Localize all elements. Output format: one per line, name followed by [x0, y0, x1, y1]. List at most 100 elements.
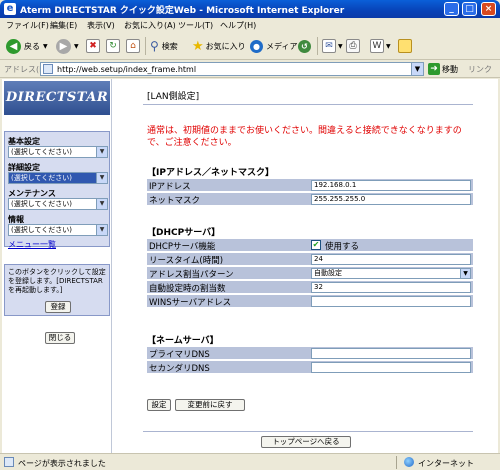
- info-value: (選択してください): [11, 226, 73, 234]
- close-button[interactable]: ×: [481, 2, 496, 16]
- go-label: 移動: [442, 64, 458, 74]
- address-url: http://web.setup/index_frame.html: [57, 65, 197, 74]
- maximize-button[interactable]: □: [462, 2, 477, 16]
- links-button[interactable]: リンク: [468, 64, 492, 75]
- address-pattern-row: アドレス割当パターン 自動設定 ▼: [147, 267, 473, 280]
- history-icon: ↺: [298, 39, 311, 53]
- chevron-down-icon: ▼: [96, 225, 107, 235]
- forward-button[interactable]: ▶ ▼: [56, 38, 79, 54]
- primary-dns-label: プライマリDNS: [149, 350, 210, 360]
- menu-edit[interactable]: 編集(E): [50, 20, 77, 31]
- menu-view[interactable]: 表示(V): [87, 20, 115, 31]
- toolbar-separator: [317, 37, 318, 55]
- ip-address-input[interactable]: 192.168.0.1: [311, 180, 471, 191]
- forward-arrow-icon: ▶: [56, 38, 71, 54]
- netmask-label: ネットマスク: [149, 196, 201, 206]
- status-text: ページが表示されました: [18, 459, 106, 468]
- top-page-button[interactable]: トップページへ戻る: [261, 436, 351, 448]
- browser-content: DIRECTSTAR 基本設定 (選択してください) ▼ 詳細設定 (選択してく…: [2, 79, 498, 453]
- menu-tools[interactable]: ツール(T): [178, 20, 213, 31]
- media-label: メディア: [266, 41, 298, 51]
- maintenance-select[interactable]: (選択してください) ▼: [8, 198, 108, 210]
- status-bar: ページが表示されました インターネット: [0, 453, 500, 470]
- auto-count-label: 自動設定時の割当数: [149, 284, 226, 294]
- nav-panel: 基本設定 (選択してください) ▼ 詳細設定 (選択してください) ▼ メンテナ…: [4, 131, 110, 247]
- address-input[interactable]: http://web.setup/index_frame.html ▼: [40, 62, 424, 76]
- minimize-button[interactable]: _: [444, 2, 459, 16]
- wins-label: WINSサーバアドレス: [149, 298, 232, 308]
- chevron-down-icon: ▼: [338, 42, 343, 50]
- ip-section-heading: 【IPアドレス／ネットマスク】: [147, 168, 274, 178]
- address-bar: アドレス(D) http://web.setup/index_frame.htm…: [0, 60, 500, 78]
- warning-text: 通常は、初期値のままでお使いください。間違えると接続できなくなりますので、ご注意…: [147, 126, 462, 148]
- secondary-dns-input[interactable]: [311, 362, 471, 373]
- close-window-button[interactable]: 閉じる: [45, 332, 75, 344]
- home-icon: ⌂: [126, 39, 140, 53]
- search-label: 検索: [161, 41, 178, 51]
- dhcp-section-heading: 【DHCPサーバ】: [147, 228, 221, 238]
- toolbar: ◀ 戻る ▼ ▶ ▼ ✖ ↻ ⌂ ⚲ 検索 ★ お気に入り ● メディア ↺ ✉…: [0, 32, 500, 60]
- maintenance-value: (選択してください): [11, 200, 73, 208]
- secondary-dns-row: セカンダリDNS: [147, 361, 473, 374]
- ip-address-row: IPアドレス 192.168.0.1: [147, 179, 473, 192]
- toolbar-separator: [145, 37, 146, 55]
- search-button[interactable]: ⚲ 検索: [150, 38, 178, 54]
- wins-input[interactable]: [311, 296, 471, 307]
- revert-button[interactable]: 変更前に戻す: [175, 399, 245, 411]
- mail-button[interactable]: ✉ ▼: [322, 38, 343, 54]
- netmask-input[interactable]: 255.255.255.0: [311, 194, 471, 205]
- print-button[interactable]: ⎙: [346, 38, 360, 54]
- menu-file[interactable]: ファイル(F): [6, 20, 49, 31]
- search-icon: ⚲: [150, 39, 159, 53]
- register-button[interactable]: 登録: [45, 301, 71, 313]
- address-pattern-label: アドレス割当パターン: [149, 270, 234, 280]
- chevron-down-icon[interactable]: ▼: [411, 63, 423, 75]
- chevron-down-icon: ▼: [43, 42, 48, 50]
- wins-row: WINSサーバアドレス: [147, 295, 473, 308]
- security-zone: インターネット: [418, 459, 474, 468]
- primary-dns-input[interactable]: [311, 348, 471, 359]
- media-button[interactable]: ● メディア: [250, 38, 297, 54]
- title-bar: e Aterm DIRECTSTAR クイック設定Web - Microsoft…: [0, 0, 500, 18]
- history-button[interactable]: ↺: [298, 38, 311, 54]
- dhcp-enable-checkbox[interactable]: ✔: [311, 240, 321, 250]
- advanced-settings-value: (選択してください): [11, 174, 73, 182]
- go-button[interactable]: ➜ 移動: [428, 63, 458, 75]
- auto-count-input[interactable]: 32: [311, 282, 471, 293]
- discuss-button[interactable]: [398, 38, 412, 54]
- lease-time-input[interactable]: 24: [311, 254, 471, 265]
- dhcp-function-row: DHCPサーバ機能 ✔ 使用する: [147, 239, 473, 252]
- basic-settings-value: (選択してください): [11, 148, 73, 156]
- home-button[interactable]: ⌂: [126, 38, 140, 54]
- basic-settings-select[interactable]: (選択してください) ▼: [8, 146, 108, 158]
- menu-bar: ファイル(F) 編集(E) 表示(V) お気に入り(A) ツール(T) ヘルプ(…: [0, 18, 500, 32]
- set-button[interactable]: 設定: [147, 399, 171, 411]
- back-button[interactable]: ◀ 戻る ▼: [6, 38, 48, 54]
- netmask-row: ネットマスク 255.255.255.0: [147, 193, 473, 206]
- lease-time-row: リースタイム(時間) 24: [147, 253, 473, 266]
- star-icon: ★: [192, 38, 204, 54]
- dns-section-heading: 【ネームサーバ】: [147, 336, 219, 346]
- edit-button[interactable]: W ▼: [370, 38, 391, 54]
- menu-favorites[interactable]: お気に入り(A): [124, 20, 176, 31]
- globe-icon: [404, 457, 414, 467]
- stop-button[interactable]: ✖: [86, 38, 100, 54]
- menu-help[interactable]: ヘルプ(H): [220, 20, 256, 31]
- primary-dns-row: プライマリDNS: [147, 347, 473, 360]
- page-title: [LAN側設定]: [147, 92, 200, 102]
- info-select[interactable]: (選択してください) ▼: [8, 224, 108, 236]
- favorites-label: お気に入り: [205, 41, 246, 51]
- title-divider: [143, 104, 473, 105]
- refresh-button[interactable]: ↻: [106, 38, 120, 54]
- address-pattern-select[interactable]: 自動設定 ▼: [311, 268, 471, 279]
- media-icon: ●: [250, 39, 263, 53]
- menu-list-link[interactable]: メニュー一覧: [8, 239, 56, 250]
- page-icon: [43, 64, 53, 74]
- chevron-down-icon: ▼: [386, 42, 391, 50]
- advanced-settings-select[interactable]: (選択してください) ▼: [8, 172, 108, 184]
- favorites-button[interactable]: ★ お気に入り: [192, 38, 246, 54]
- secondary-dns-label: セカンダリDNS: [149, 364, 210, 374]
- back-label: 戻る: [24, 41, 40, 51]
- go-arrow-icon: ➜: [428, 63, 440, 75]
- chevron-down-icon: ▼: [96, 147, 107, 157]
